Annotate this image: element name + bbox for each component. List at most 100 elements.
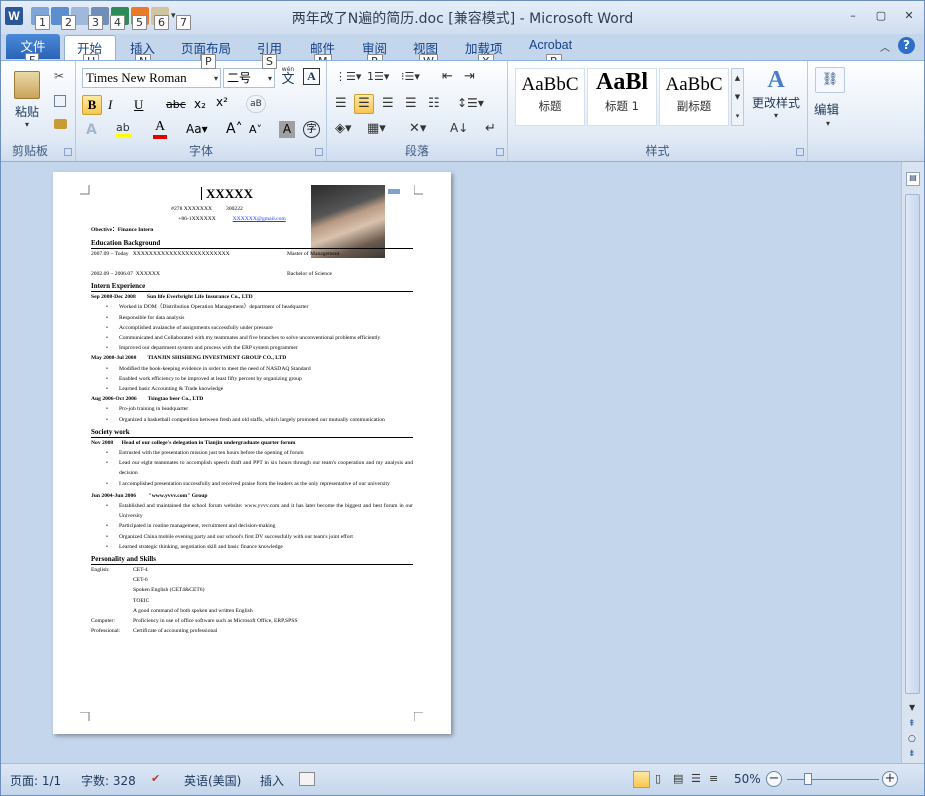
edu-row-1: 2007.09 – Today XXXXXXXXXXXXXXXXXXXXXXXX… [91,249,413,259]
next-page-icon[interactable]: ⇟ [908,749,916,759]
list-item: Established and maintained the school fo… [91,501,413,521]
subscript-button[interactable]: x₂ [194,97,206,111]
full-screen-view-icon[interactable]: ▯ [655,772,661,785]
phonetic-guide-button[interactable]: wén 文 [279,66,297,88]
style-heading1[interactable]: AaBl 标题 1 [587,68,657,126]
paragraph-launcher-icon[interactable] [496,148,504,156]
line-spacing-icon[interactable]: ↕☰▾ [457,96,484,110]
enclose-char-icon[interactable]: 字 [303,121,320,138]
tab-acrobat[interactable]: Acrobat [529,38,572,52]
font-name-dropdown-icon: ▾ [213,74,218,83]
style-title[interactable]: AaBbC 标题 [515,68,585,126]
computer-value: Proficiency in use of office software su… [133,617,298,624]
clear-formatting-icon[interactable]: aB [246,95,266,113]
shrink-font-icon[interactable]: A˅ [249,123,262,136]
font-name-value: Times New Roman [86,70,187,85]
change-styles-button[interactable]: A 更改样式 ▾ [748,67,804,137]
text-effects-icon[interactable]: A [86,122,97,138]
maximize-button[interactable]: ▢ [872,9,890,23]
zoom-slider-thumb[interactable] [804,773,812,785]
web-layout-view-icon[interactable]: ▤ [673,772,683,785]
paste-label: 粘贴 [14,105,39,119]
underline-button[interactable]: U [134,97,143,113]
list-item: Pro-job training in headquarter [91,404,413,414]
clipboard-launcher-icon[interactable] [64,148,72,156]
cut-icon[interactable]: ✂ [54,69,64,83]
draft-view-icon[interactable]: ≡ [709,772,718,785]
paste-button[interactable]: 粘贴 ▾ [9,67,45,135]
outline-view-icon[interactable]: ☰ [691,772,701,785]
zoom-slider[interactable] [787,779,879,780]
char-border-button[interactable]: A [303,68,320,85]
increase-indent-icon[interactable]: ⇥ [464,69,475,84]
bold-button[interactable]: B [82,95,102,115]
print-layout-view-icon[interactable] [633,771,650,788]
font-launcher-icon[interactable] [315,148,323,156]
borders-icon[interactable]: ▦▾ [367,121,386,136]
corner-mark-tl [80,185,90,195]
styles-scroll[interactable]: ▲ ▼ ▾ [731,68,744,126]
strikethrough-button[interactable]: abc [166,98,186,111]
shading-icon[interactable]: ◈▾ [335,121,352,136]
word-window: W ▾ 1 2 3 4 5 6 7 两年改了N遍的简历.doc [兼容模式] -… [0,0,925,796]
justify-icon[interactable]: ☰ [405,96,417,111]
multilevel-list-icon[interactable]: ⁝☰▾ [401,70,420,83]
highlight-icon[interactable]: ab [116,121,132,138]
ruler-toggle-icon[interactable]: ▤ [906,172,920,186]
keytip-s-font: S [262,54,277,69]
phonetic-char: 文 [281,72,295,87]
status-page[interactable]: 页面: 1/1 [10,772,61,789]
edu-1-left: 2007.09 – Today XXXXXXXXXXXXXXXXXXXXXXXX [91,250,230,257]
numbering-icon[interactable]: 1☰▾ [367,70,389,83]
editing-label: 编辑 [814,102,840,117]
status-language[interactable]: 英语(美国) [184,772,241,789]
font-group: Times New Roman ▾ 二号 ▾ wén 文 A B I U abc x… [76,61,327,161]
zoom-level[interactable]: 50% [734,772,761,786]
copy-icon[interactable] [54,95,66,107]
ribbon-minimize-icon[interactable]: ︿ [880,39,890,54]
list-item: Lead our eight teammates to accomplish s… [91,458,413,478]
help-icon[interactable]: ? [898,37,915,54]
styles-launcher-icon[interactable] [796,148,804,156]
prev-page-icon[interactable]: ⇞ [908,719,916,729]
english-key: English: [91,567,110,574]
bullets-icon[interactable]: ⋮☰▾ [335,70,361,83]
list-item: Organized a basketball competition betwe… [91,415,413,425]
minimize-button[interactable]: – [844,9,862,23]
browse-object-icon[interactable]: ○ [908,734,916,744]
vertical-scrollbar[interactable]: ▤ ▼ ⇞ ○ ⇟ [901,162,924,763]
italic-button[interactable]: I [108,97,112,113]
status-words[interactable]: 字数: 328 [81,772,136,789]
superscript-button[interactable]: x² [216,95,228,109]
grow-font-icon[interactable]: A˄ [226,121,243,137]
style-subtitle[interactable]: AaBbC 副标题 [659,68,729,126]
distributed-icon[interactable]: ☷ [428,96,440,111]
list-item: Communicated and Collaborated with my te… [91,333,413,343]
align-right-icon[interactable]: ☰ [382,96,394,111]
show-marks-icon[interactable]: ↵ [485,121,496,136]
align-left-icon[interactable]: ☰ [335,96,347,111]
chinese-layout-icon[interactable]: ✕▾ [409,121,426,136]
change-case-icon[interactable]: Aa▾ [186,122,208,136]
editing-group[interactable]: ⛓ 编辑 ▾ [808,61,852,161]
english-row-3: Spoken English (CET4&CET6) [91,585,413,595]
zoom-in-icon[interactable]: + [882,771,898,787]
macro-record-icon[interactable] [299,772,315,786]
scroll-thumb[interactable] [905,194,920,694]
font-name-box[interactable]: Times New Roman ▾ [82,68,221,88]
font-size-box[interactable]: 二号 ▾ [223,68,275,88]
close-button[interactable]: ✕ [900,9,918,23]
status-mode[interactable]: 插入 [260,772,284,789]
format-painter-icon[interactable] [54,119,67,129]
font-color-icon[interactable]: A [153,119,167,139]
keytip-p-font: P [201,54,216,69]
align-center-button[interactable]: ☰ [354,94,374,114]
zoom-out-icon[interactable]: − [766,771,782,787]
resume-page[interactable]: XXXXX #278 XXXXXXX 300222 +86-1XXXXXX XX… [53,172,451,734]
char-shading-icon[interactable]: A [279,121,295,138]
sort-icon[interactable]: A↓ [450,121,468,135]
resume-email[interactable]: XXXXXX@gmail.com [233,216,286,222]
scroll-down-icon[interactable]: ▼ [909,703,915,712]
decrease-indent-icon[interactable]: ⇤ [442,69,453,84]
proofing-icon[interactable]: ✔ [151,772,169,787]
